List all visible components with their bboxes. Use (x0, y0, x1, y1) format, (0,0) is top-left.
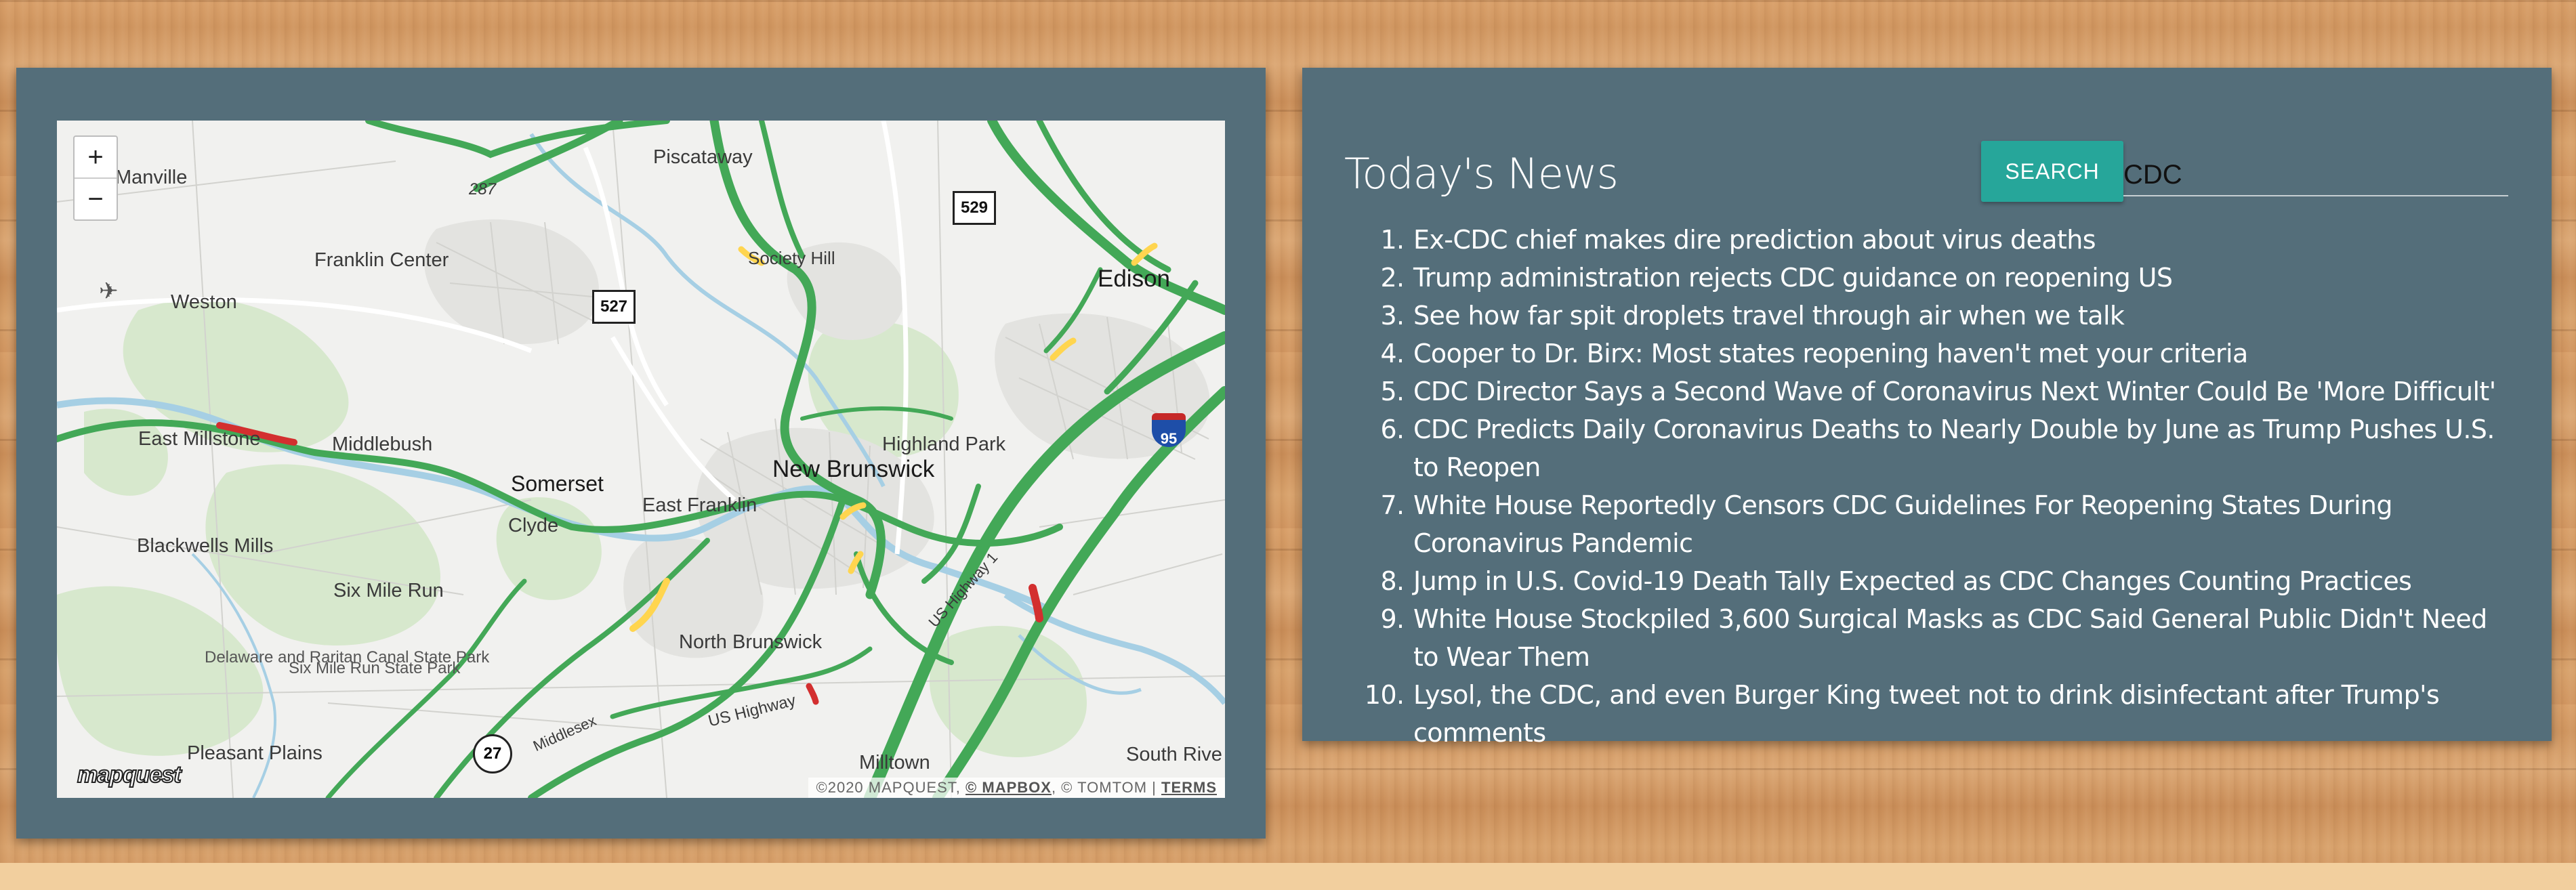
search-input[interactable] (2123, 154, 2508, 196)
map-label-new-brunswick: New Brunswick (772, 456, 935, 482)
news-title: Today's News (1344, 149, 1619, 198)
map-label-piscataway: Piscataway (653, 146, 753, 168)
zoom-in-button[interactable]: + (75, 137, 117, 177)
news-item[interactable]: Jump in U.S. Covid-19 Death Tally Expect… (1412, 562, 2496, 600)
map-card: Manville Piscataway Franklin Center Soci… (16, 68, 1266, 839)
map-label-franklin-center: Franklin Center (314, 249, 449, 271)
map-label-highland-park: Highland Park (882, 433, 1006, 455)
map-label-south-river: South Rive (1126, 744, 1222, 765)
news-item[interactable]: Ex-CDC chief makes dire prediction about… (1412, 221, 2496, 259)
news-item[interactable]: See how far spit droplets travel through… (1412, 297, 2496, 335)
map-attribution: ©2020 MAPQUEST, © MAPBOX, © TOMTOM | TER… (808, 778, 1225, 798)
map-label-six-mile-run: Six Mile Run (333, 580, 444, 601)
zoom-controls: + − (73, 135, 118, 221)
map-label-road-287: 287 (469, 180, 497, 198)
terms-link[interactable]: TERMS (1161, 779, 1217, 796)
attribution-tomtom: , © TOMTOM | (1051, 779, 1157, 796)
map-label-somerset: Somerset (511, 471, 604, 496)
map-label-society-hill: Society Hill (748, 248, 835, 268)
traffic-map[interactable]: Manville Piscataway Franklin Center Soci… (57, 121, 1225, 798)
map-label-north-brunswick: North Brunswick (679, 631, 823, 653)
map-label-weston: Weston (171, 291, 237, 313)
map-label-blackwells-mills: Blackwells Mills (137, 535, 274, 557)
map-label-east-millstone: East Millstone (138, 428, 261, 450)
route-27-shield: 27 (473, 734, 512, 774)
page-footer-strip (0, 863, 2576, 890)
mapbox-link[interactable]: © MAPBOX (965, 779, 1052, 796)
route-527-shield: 527 (592, 290, 636, 324)
map-base-layer (57, 121, 1225, 798)
map-label-manville: Manville (115, 167, 188, 188)
map-label-pleasant-plains: Pleasant Plains (187, 742, 323, 764)
map-label-clyde: Clyde (508, 515, 559, 536)
news-item[interactable]: White House Stockpiled 3,600 Surgical Ma… (1412, 600, 2496, 676)
map-label-middlebush: Middlebush (332, 433, 433, 455)
mapquest-logo: mapquest (77, 761, 182, 788)
news-item[interactable]: Cooper to Dr. Birx: Most states reopenin… (1412, 335, 2496, 373)
attribution-copyright: ©2020 MAPQUEST, (816, 779, 961, 796)
route-529-shield: 529 (953, 191, 996, 225)
news-item[interactable]: Lysol, the CDC, and even Burger King twe… (1412, 676, 2496, 752)
news-item[interactable]: White House Reportedly Censors CDC Guide… (1412, 486, 2496, 562)
news-item[interactable]: Trump administration rejects CDC guidanc… (1412, 259, 2496, 297)
map-label-milltown: Milltown (859, 752, 930, 774)
news-card: Today's News SEARCH Ex-CDC chief makes d… (1302, 68, 2552, 748)
map-label-six-mile-run-park: Six Mile Run State Park (289, 659, 461, 677)
map-label-edison: Edison (1098, 266, 1171, 292)
airport-icon: ✈ (99, 278, 119, 304)
news-list: Ex-CDC chief makes dire prediction about… (1344, 221, 2496, 752)
interstate-95-shield: 95 (1152, 413, 1186, 447)
zoom-out-button[interactable]: − (75, 177, 117, 219)
news-item[interactable]: CDC Director Says a Second Wave of Coron… (1412, 373, 2496, 410)
map-label-east-franklin: East Franklin (642, 494, 757, 516)
news-item[interactable]: CDC Predicts Daily Coronavirus Deaths to… (1412, 410, 2496, 486)
search-button[interactable]: SEARCH (1981, 141, 2123, 202)
